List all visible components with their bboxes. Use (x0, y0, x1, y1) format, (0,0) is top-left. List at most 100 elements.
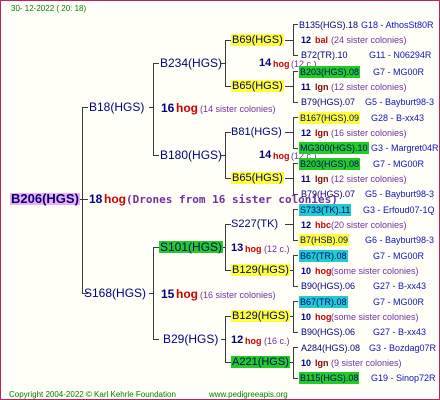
g4-code-8: G3 - Margret04R (371, 143, 439, 153)
g4-code-11: G5 - Bayburt98-3 (365, 189, 435, 199)
father-queen[interactable]: B18(HGS) (89, 101, 144, 113)
g3-queen-4[interactable]: S227(TK) (231, 218, 278, 230)
connector-g4-d (293, 163, 294, 194)
g4-queen-18[interactable]: B67(TR).08 (299, 296, 348, 308)
father-drone-word: hog (176, 101, 198, 115)
g4-code-14: G6 - Bayburt98-3 (365, 235, 435, 245)
g4-desc-13: (20 sister colonies) (331, 220, 407, 230)
g4-word-19: hog (315, 312, 332, 322)
connector-mf-vertical (225, 224, 226, 270)
mm-drone-count: 12 (231, 334, 244, 346)
g4-count-22: 10 (301, 358, 312, 368)
g4-code-20: G27 - B-xx43 (373, 327, 427, 337)
connector-g4-g-top (293, 301, 298, 302)
connector-fm-vertical (225, 132, 226, 178)
g4-queen-2[interactable]: B72(TR).10 (301, 49, 348, 61)
mm-drone-word: hog (245, 336, 262, 346)
g4-desc-4: (12 sister colonies) (331, 82, 407, 92)
connector-g4-h-bottom (293, 378, 298, 379)
connector-g4-c-top (293, 117, 298, 118)
g4-code-2: G11 - N06294R (369, 50, 432, 60)
connector-g4-e-bottom (293, 240, 298, 241)
mother-queen[interactable]: S168(HGS) (84, 287, 146, 299)
connector-mm (153, 339, 159, 340)
g4-code-3: G7 - MG00R (373, 67, 425, 77)
fm-queen[interactable]: B180(HGS) (160, 149, 222, 161)
connector-ff (153, 63, 159, 64)
g4-queen-6[interactable]: B167(HGS).09 (299, 112, 361, 124)
connector-mm-vertical (225, 316, 226, 362)
g4-queen-20[interactable]: B90(HGS).06 (301, 326, 355, 338)
g3-2-drone-word: hog (273, 151, 290, 161)
g3-queen-6[interactable]: B129(HGS) (231, 310, 290, 322)
g3-queen-1[interactable]: B65(HGS) (231, 80, 284, 92)
connector-g4-a-top (293, 24, 298, 25)
g4-desc-7: (16 sister colonies) (331, 128, 407, 138)
ff-queen[interactable]: B234(HGS) (160, 57, 222, 69)
connector-fm (153, 155, 159, 156)
g4-word-10: lgn (315, 174, 329, 184)
g4-queen-23[interactable]: B115(HGS).08 (299, 372, 360, 384)
connector-g4-b-bottom (293, 102, 298, 103)
connector-g4-b (293, 71, 294, 102)
connector-mf-stem (223, 247, 225, 248)
g4-code-15: G7 - MG00R (373, 251, 425, 261)
g4-desc-16: (some sister colonies) (331, 266, 419, 276)
g4-queen-0[interactable]: B135(HGS).18 (299, 19, 358, 31)
g4-code-21: G3 - Bozdag07R (369, 343, 437, 353)
g4-code-9: G7 - MG00R (373, 159, 425, 169)
connector-g4-c (293, 117, 294, 148)
g4-queen-11[interactable]: B79(HGS).07 (301, 188, 355, 200)
g4-count-7: 12 (301, 128, 312, 138)
g3-queen-5[interactable]: B129(HGS) (231, 264, 290, 276)
g4-queen-14[interactable]: B7(HSB).09 (299, 234, 350, 246)
connector-g4-a-stem (285, 40, 293, 41)
connector-father (82, 107, 88, 108)
g4-queen-17[interactable]: B90(HGS).06 (301, 280, 355, 292)
mf-drone-desc: (12 c.) (264, 244, 290, 254)
connector-mother-stem (149, 293, 153, 294)
mf-queen[interactable]: S101(HGS) (159, 241, 224, 253)
g4-queen-21[interactable]: A284(HGS).08 (301, 342, 360, 354)
g4-desc-10: (12 sister colonies) (331, 174, 407, 184)
mm-queen[interactable]: B29(HGS) (163, 333, 218, 345)
g3-queen-7[interactable]: A221(HGS) (231, 356, 290, 368)
connector-g4-b-top (293, 71, 298, 72)
g3-2-drone-count: 14 (259, 149, 272, 161)
connector-g4-d-top (293, 163, 298, 164)
g4-code-18: G7 - MG00R (373, 297, 425, 307)
g4-queen-9[interactable]: B203(HGS).08 (299, 158, 361, 170)
g3-queen-2[interactable]: B81(HGS) (231, 126, 282, 138)
g3-0-drone-word: hog (273, 59, 290, 69)
g4-code-6: G28 - B-xx43 (371, 113, 425, 123)
g4-queen-3[interactable]: B203(HGS).08 (299, 66, 361, 78)
g4-code-5: G5 - Bayburt98-3 (365, 97, 435, 107)
date-stamp: 30- 12-2022 ( 20: 18) (11, 4, 87, 13)
g4-queen-15[interactable]: B67(TR).08 (299, 250, 348, 262)
g4-count-19: 10 (301, 312, 312, 322)
root-drone-word: hog (104, 192, 126, 206)
connector-g4-b-stem (285, 86, 293, 87)
root-drone-count: 18 (89, 192, 103, 206)
connector-ff-vertical (225, 40, 226, 86)
connector-g4-e-top (293, 209, 298, 210)
g4-count-10: 11 (301, 174, 311, 184)
g4-desc-19: (some sister colonies) (331, 312, 419, 322)
g3-queen-0[interactable]: B69(HGS) (231, 34, 284, 46)
g4-code-17: G27 - B-xx43 (373, 281, 427, 291)
connector-g4-c-stem (285, 132, 293, 133)
g4-desc-1: (24 sister colonies) (331, 35, 407, 45)
root-queen[interactable]: B206(HGS) (10, 192, 80, 205)
site-link[interactable]: www.pedigreeapis.org (209, 389, 288, 399)
connector-g4-d-stem (285, 178, 293, 179)
g4-word-13: hbc (315, 220, 332, 230)
g4-code-0: G18 - AthosSt80R (361, 20, 434, 30)
mf-drone-word: hog (245, 244, 262, 254)
g3-queen-3[interactable]: B65(HGS) (231, 172, 284, 184)
g4-queen-5[interactable]: B79(HGS).07 (301, 96, 355, 108)
mm-drone-desc: (16 c.) (264, 336, 290, 346)
connector-g4-h (293, 347, 294, 378)
g4-queen-12[interactable]: S733(TK).11 (299, 204, 352, 216)
connector-father-vertical (153, 63, 154, 155)
g4-queen-8[interactable]: MG300(HGS).10 (299, 142, 369, 154)
